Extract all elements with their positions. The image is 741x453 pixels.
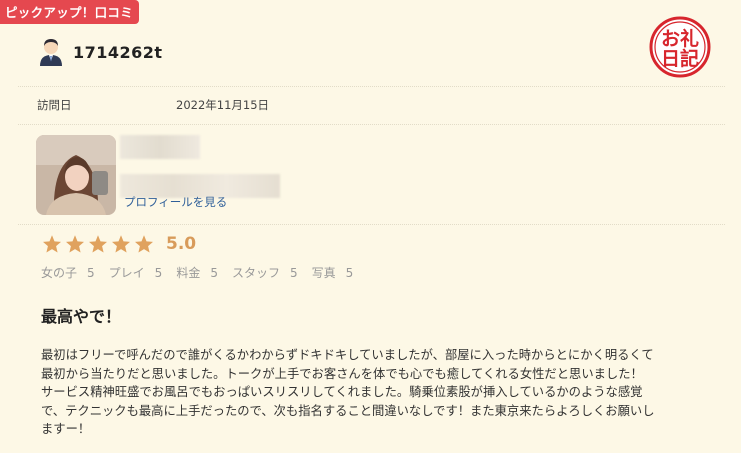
- score-photo: 写真 5: [311, 266, 354, 280]
- divider: [18, 224, 725, 225]
- score-price: 料金 5: [176, 266, 218, 280]
- score-girl: 女の子 5: [41, 266, 95, 280]
- review-line: で、テクニックも最高に上手だったので、次も指名すること間違いなしです！また東京来…: [41, 403, 655, 418]
- svg-text:お礼: お礼: [661, 27, 699, 50]
- svg-text:日記: 日記: [661, 47, 699, 70]
- user-avatar-icon: [40, 39, 62, 66]
- reviewer-name[interactable]: 1714262t: [73, 43, 163, 62]
- score-play: プレイ 5: [108, 266, 163, 280]
- review-line: 最初から当たりだと思いました。トークが上手でお客さんを体でも心でも癒してくれる女…: [41, 366, 643, 381]
- divider: [18, 124, 725, 125]
- review-title: 最高やで！: [41, 307, 122, 326]
- reviewer-header: 1714262t: [38, 38, 163, 66]
- star-rating: [42, 234, 157, 254]
- review-line: サービス精神旺盛でお風呂でもおっぱいスリスリしてくれました。騎乗位素股が挿入して…: [41, 385, 643, 399]
- review-line: ますー！: [41, 422, 91, 436]
- star-icon: [43, 235, 61, 253]
- pickup-review-badge: ピックアップ！口コミ: [0, 0, 140, 24]
- rating-summary: 5.0: [42, 234, 196, 254]
- blurred-name: [120, 135, 200, 159]
- visit-date-value: 2022年11月15日: [176, 98, 270, 112]
- view-profile-link[interactable]: プロフィールを見る: [124, 194, 227, 210]
- thank-you-diary-stamp[interactable]: お礼 日記: [649, 16, 711, 78]
- star-icon: [66, 235, 84, 253]
- rating-score: 5.0: [166, 234, 197, 254]
- review-line: 最初はフリーで呼んだので誰がくるかわからずドキドキしていましたが、部屋に入った時…: [41, 348, 654, 362]
- girl-profile-photo[interactable]: [36, 135, 116, 215]
- visit-date-label: 訪問日: [37, 98, 72, 112]
- review-body: 最初はフリーで呼んだので誰がくるかわからずドキドキしていましたが、部屋に入った時…: [41, 346, 701, 439]
- star-icon: [112, 235, 130, 253]
- divider: [18, 86, 725, 87]
- score-staff: スタッフ 5: [231, 266, 298, 280]
- star-icon: [89, 235, 107, 253]
- star-icon: [135, 235, 153, 253]
- category-scores: 女の子 5 プレイ 5 料金 5 スタッフ 5 写真 5: [41, 264, 367, 281]
